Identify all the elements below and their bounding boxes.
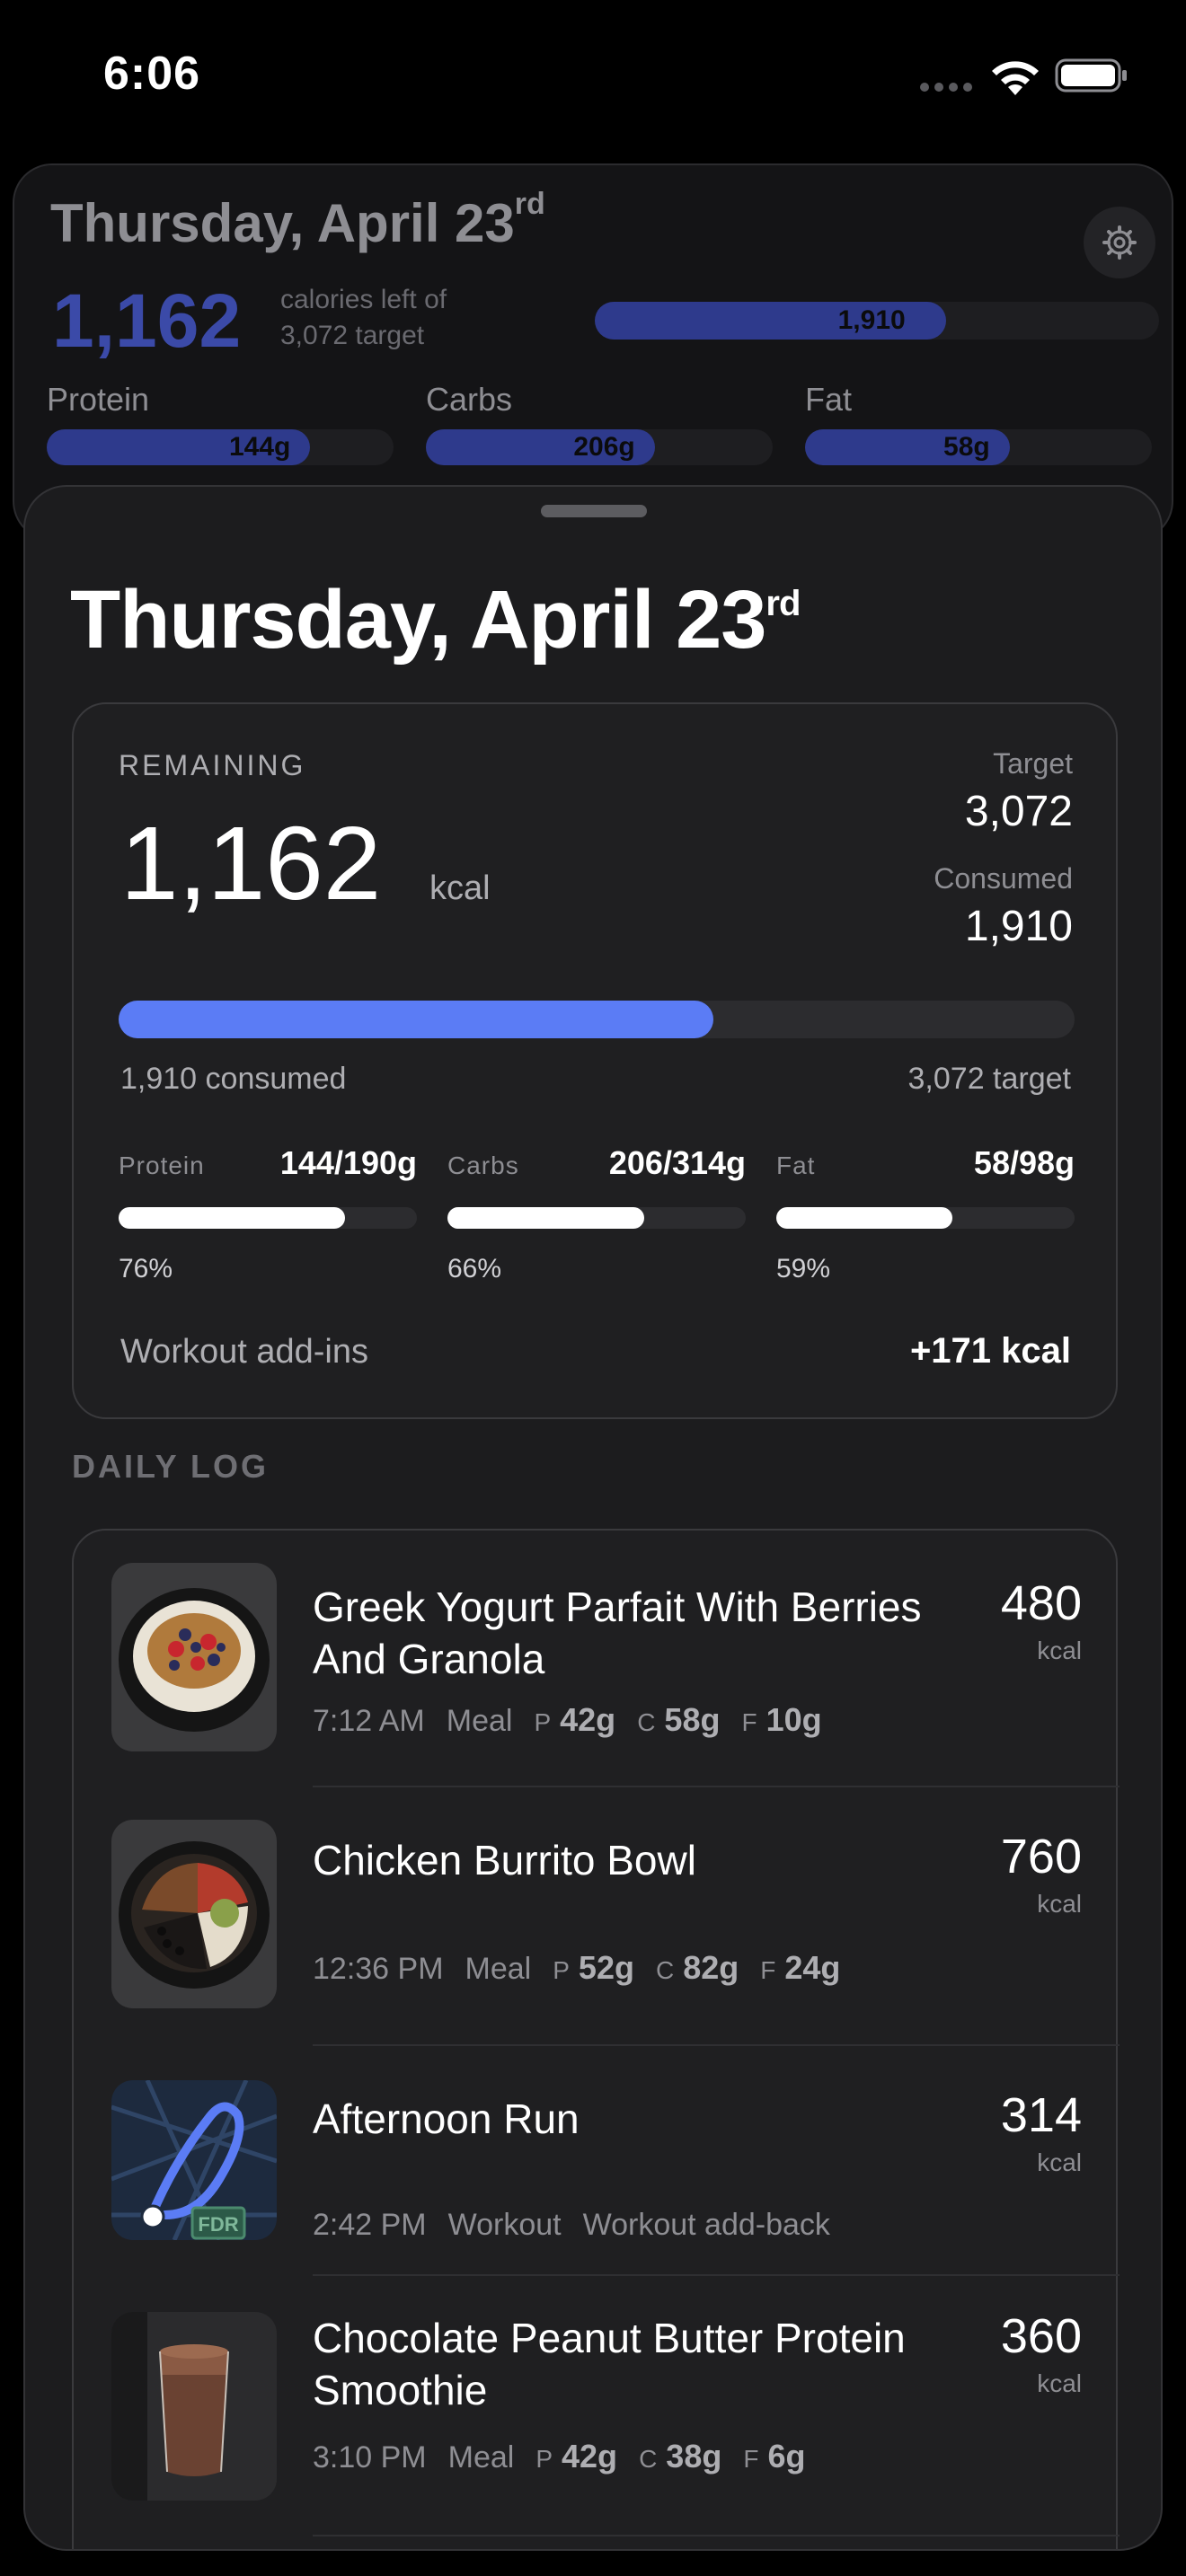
header-macro-protein: Protein 144g bbox=[47, 381, 394, 465]
macro-name: Fat bbox=[776, 1151, 816, 1179]
target-value: 3,072 bbox=[964, 788, 1073, 835]
route-map-thumbnail: FDR bbox=[111, 2080, 277, 2240]
macro-progress-bar bbox=[447, 1207, 746, 1229]
wifi-icon bbox=[992, 61, 1039, 95]
log-item-name: Afternoon Run bbox=[313, 2095, 580, 2142]
macro-fat: Fat 58/98g 59% bbox=[776, 1144, 1075, 1284]
macro-name: Protein bbox=[119, 1151, 205, 1179]
settings-button[interactable] bbox=[1084, 207, 1155, 278]
log-item-kcal: 314 bbox=[1000, 2088, 1082, 2142]
target-label: Target bbox=[993, 747, 1073, 780]
battery-icon bbox=[1055, 58, 1127, 93]
workout-addins-label: Workout add-ins bbox=[120, 1333, 368, 1371]
calorie-progress-fill bbox=[119, 1001, 713, 1038]
macro-amount: 58/98g bbox=[973, 1144, 1075, 1181]
map-road-badge: FDR bbox=[198, 2213, 238, 2236]
macro-protein: Protein 144/190g 76% bbox=[119, 1144, 417, 1284]
log-item-meta: 12:36 PM Meal P 52g C 82g F 24g bbox=[313, 1949, 841, 1986]
target-caption: 3,072 target bbox=[907, 1062, 1071, 1096]
header-macro-carbs: Carbs 206g bbox=[426, 381, 773, 465]
log-item-name: Chocolate Peanut Butter Protein Smoothie bbox=[313, 2315, 906, 2413]
log-item-afternoon-run[interactable]: FDR Afternoon Run 2:42 PM Workout Workout … bbox=[74, 2046, 1120, 2276]
header-remaining-note: calories left of 3,072 target bbox=[280, 285, 447, 350]
daily-log-heading: DAILY LOG bbox=[72, 1448, 270, 1485]
log-item-kcal-unit: kcal bbox=[1037, 1636, 1082, 1664]
header-consumed-bar: 1,910 bbox=[595, 302, 1159, 340]
consumed-value: 1,910 bbox=[964, 903, 1073, 950]
consumed-label: Consumed bbox=[934, 862, 1073, 895]
cellular-signal-icon bbox=[920, 83, 972, 92]
log-item-kcal: 360 bbox=[1000, 2309, 1082, 2363]
header-consumed-bar-label: 1,910 bbox=[837, 305, 906, 335]
food-photo-yogurt-parfait bbox=[111, 1563, 277, 1751]
food-photo-burrito-bowl bbox=[111, 1820, 277, 2008]
header-remaining-value: 1,162 bbox=[52, 278, 242, 363]
sheet-date-title: Thursday, April 23rd bbox=[70, 574, 801, 666]
status-time: 6:06 bbox=[103, 48, 201, 100]
log-item-meta: 7:12 AM Meal P 42g C 58g F 10g bbox=[313, 1701, 822, 1738]
sheet-grabber[interactable] bbox=[541, 505, 647, 517]
row-divider bbox=[313, 2535, 1120, 2536]
macro-percent: 76% bbox=[119, 1254, 173, 1284]
log-item-kcal-unit: kcal bbox=[1037, 2369, 1082, 2397]
log-item-chicken-burrito-bowl[interactable]: Chicken Burrito Bowl 12:36 PM Meal P 52g C 82… bbox=[74, 1787, 1120, 2046]
log-item-kcal: 760 bbox=[1000, 1830, 1082, 1883]
status-bar: 6:06 bbox=[0, 0, 1186, 153]
food-photo-smoothie bbox=[111, 2312, 277, 2501]
workout-addins-value: +171 kcal bbox=[909, 1331, 1071, 1371]
macro-name: Carbs bbox=[447, 1151, 519, 1179]
macro-amount: 144/190g bbox=[279, 1144, 417, 1181]
log-item-kcal: 480 bbox=[1000, 1576, 1082, 1630]
calorie-progress-bar bbox=[119, 1001, 1075, 1038]
remaining-unit: kcal bbox=[429, 869, 491, 907]
header-macro-fat: Fat 58g bbox=[805, 381, 1152, 465]
log-item-name: Chicken Burrito Bowl bbox=[313, 1837, 696, 1883]
log-item-greek-yogurt[interactable]: Greek Yogurt Parfait With Berries And Gr… bbox=[74, 1531, 1120, 1787]
gear-icon bbox=[1102, 225, 1137, 260]
daily-log-list: Greek Yogurt Parfait With Berries And Gr… bbox=[72, 1529, 1120, 2549]
log-item-chocolate-smoothie[interactable]: Chocolate Peanut Butter Protein Smoothie… bbox=[74, 2276, 1120, 2536]
log-item-meta: 3:10 PM Meal P 42g C 38g F 6g bbox=[313, 2438, 806, 2475]
header-date-title: Thursday, April 23rd bbox=[50, 187, 545, 253]
remaining-value: 1,162 bbox=[120, 805, 382, 922]
remaining-label: REMAINING bbox=[119, 749, 306, 781]
log-item-meta: 2:42 PM Workout Workout add-back bbox=[313, 2208, 830, 2242]
consumed-caption: 1,910 consumed bbox=[120, 1062, 347, 1096]
macro-progress-bar bbox=[776, 1207, 1075, 1229]
macro-percent: 59% bbox=[776, 1254, 831, 1284]
header-summary-card[interactable]: Thursday, April 23rd 1,162 calories left… bbox=[13, 163, 1173, 541]
macro-carbs: Carbs 206/314g 66% bbox=[447, 1144, 746, 1284]
macro-percent: 66% bbox=[447, 1254, 502, 1284]
log-item-name: Greek Yogurt Parfait With Berries And Gr… bbox=[313, 1584, 922, 1682]
macro-progress-bar bbox=[119, 1207, 417, 1229]
macro-amount: 206/314g bbox=[608, 1144, 746, 1181]
log-item-kcal-unit: kcal bbox=[1037, 1890, 1082, 1918]
log-item-kcal-unit: kcal bbox=[1037, 2148, 1082, 2176]
calorie-summary-card: REMAINING 1,162 kcal Target 3,072 Consum… bbox=[72, 702, 1118, 1419]
day-detail-sheet[interactable]: Thursday, April 23rd REMAINING 1,162 kca… bbox=[23, 485, 1163, 2551]
